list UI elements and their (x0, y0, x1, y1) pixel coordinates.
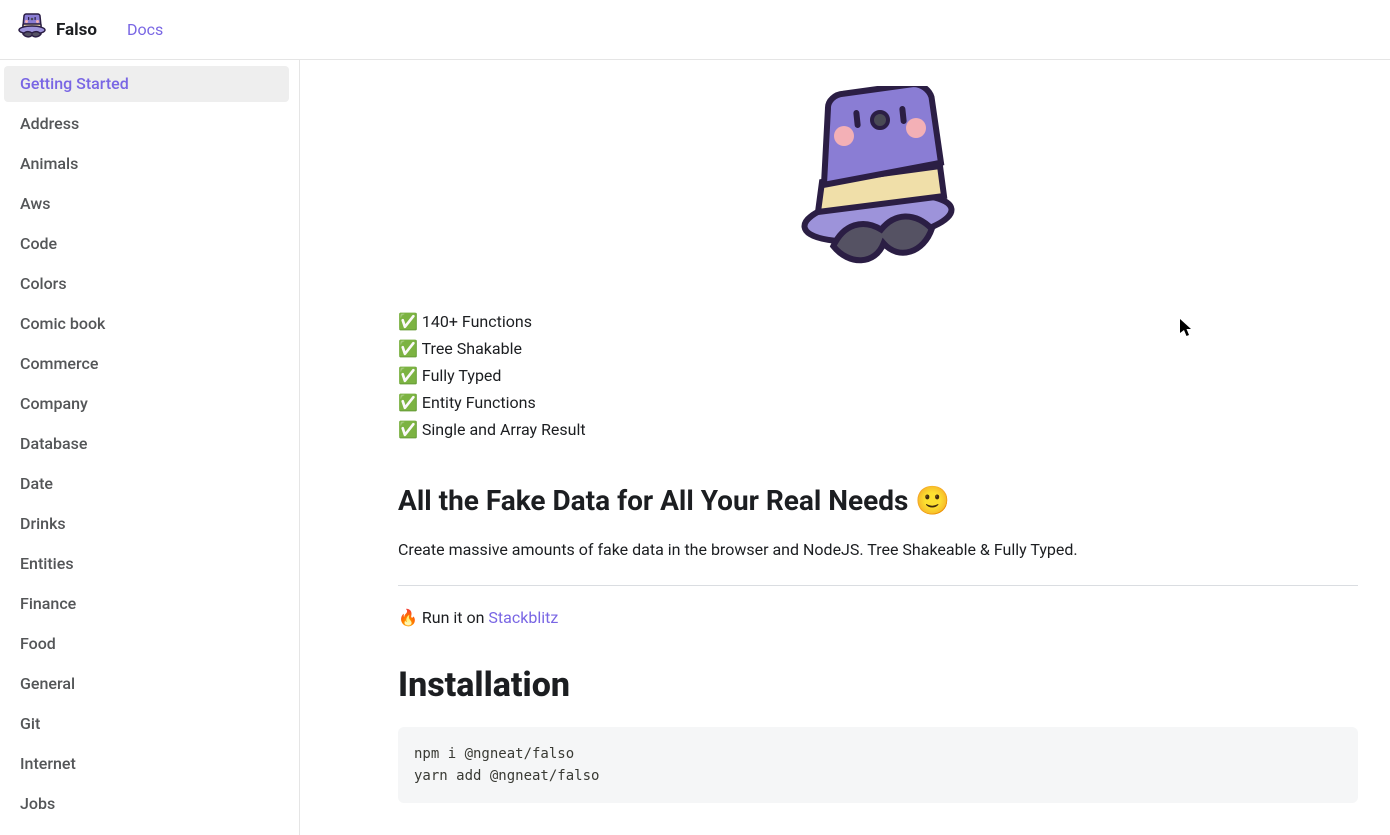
feature-item: ✅ Fully Typed (398, 362, 1358, 389)
stackblitz-link[interactable]: Stackblitz (488, 608, 558, 627)
sidebar-item-finance[interactable]: Finance (4, 586, 289, 622)
run-prefix: 🔥 Run it on (398, 608, 488, 627)
sidebar-item-code[interactable]: Code (4, 226, 289, 262)
sidebar-item-git[interactable]: Git (4, 706, 289, 742)
sidebar-item-food[interactable]: Food (4, 626, 289, 662)
sidebar-item-database[interactable]: Database (4, 426, 289, 462)
brand[interactable]: Falso (16, 12, 97, 48)
sidebar-item-math[interactable]: Math (4, 826, 289, 835)
hero-logo (398, 86, 1358, 286)
sidebar-item-jobs[interactable]: Jobs (4, 786, 289, 822)
sidebar-item-date[interactable]: Date (4, 466, 289, 502)
nav-docs[interactable]: Docs (117, 16, 173, 43)
sidebar-item-company[interactable]: Company (4, 386, 289, 422)
feature-item: ✅ Entity Functions (398, 389, 1358, 416)
feature-list: ✅ 140+ Functions✅ Tree Shakable✅ Fully T… (398, 308, 1358, 443)
brand-name: Falso (56, 20, 97, 40)
feature-item: ✅ 140+ Functions (398, 308, 1358, 335)
sidebar-list[interactable]: Getting Started Address Animals Aws Code Colo… (0, 60, 299, 835)
feature-item: ✅ Tree Shakable (398, 335, 1358, 362)
sidebar-item-commerce[interactable]: Commerce (4, 346, 289, 382)
sidebar-item-drinks[interactable]: Drinks (4, 506, 289, 542)
subtitle: Create massive amounts of fake data in t… (398, 537, 1358, 563)
install-heading: Installation (398, 665, 1358, 705)
sidebar-item-entities[interactable]: Entities (4, 546, 289, 582)
run-line: 🔥 Run it on Stackblitz (398, 608, 1358, 627)
logo-icon (16, 12, 48, 48)
sidebar-item-getting-started[interactable]: Getting Started (4, 66, 289, 102)
sidebar: Getting Started Address Animals Aws Code Colo… (0, 60, 300, 835)
sidebar-item-colors[interactable]: Colors (4, 266, 289, 302)
main-content[interactable]: ✅ 140+ Functions✅ Tree Shakable✅ Fully T… (300, 60, 1390, 835)
navbar: Falso Docs (0, 0, 1390, 60)
sidebar-item-aws[interactable]: Aws (4, 186, 289, 222)
sidebar-item-address[interactable]: Address (4, 106, 289, 142)
sidebar-item-comic-book[interactable]: Comic book (4, 306, 289, 342)
divider (398, 585, 1358, 586)
feature-item: ✅ Single and Array Result (398, 416, 1358, 443)
sidebar-item-internet[interactable]: Internet (4, 746, 289, 782)
install-code-block: npm i @ngneat/falso yarn add @ngneat/fal… (398, 727, 1358, 803)
sidebar-item-animals[interactable]: Animals (4, 146, 289, 182)
sidebar-item-general[interactable]: General (4, 666, 289, 702)
tagline: All the Fake Data for All Your Real Need… (398, 483, 1358, 519)
